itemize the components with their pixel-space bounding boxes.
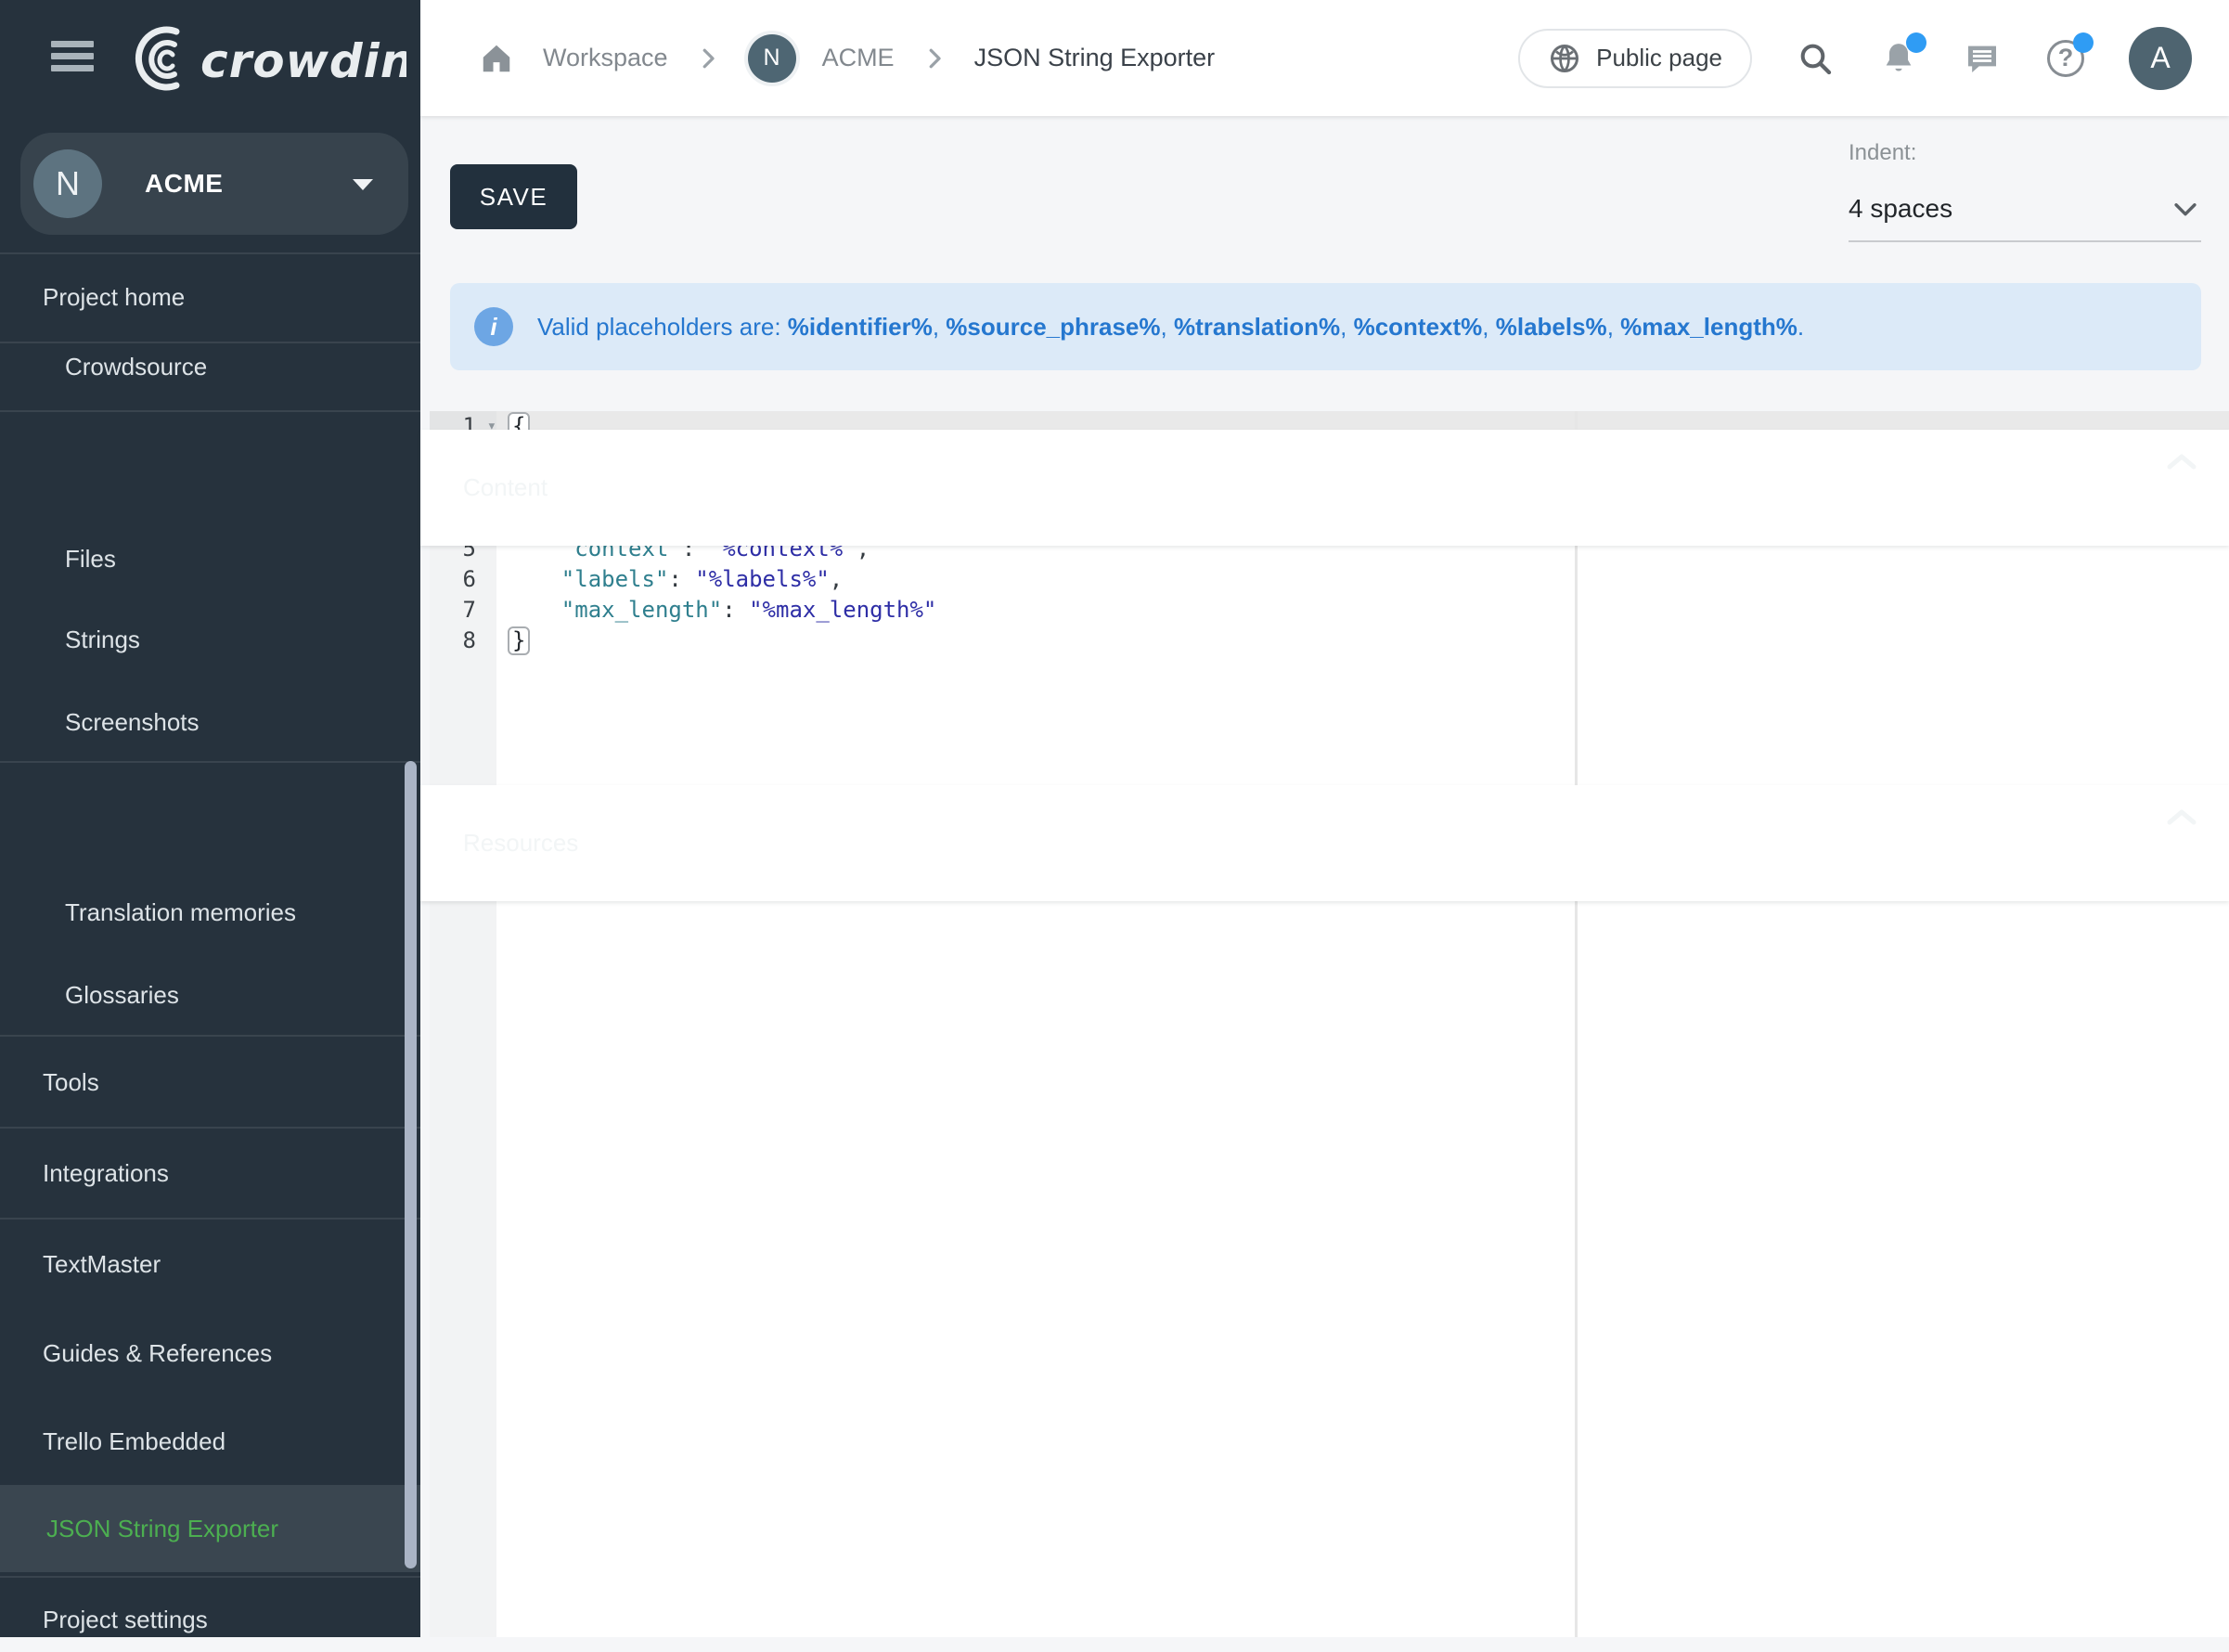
sidebar-scrollbar[interactable]	[405, 761, 417, 1568]
code-line[interactable]: "labels": "%labels%",	[496, 564, 2229, 595]
sidebar-item-label: Project home	[0, 283, 185, 312]
sidebar-item-crowdsource[interactable]: Crowdsource	[0, 334, 420, 399]
notification-dot	[1906, 32, 1926, 53]
page-title: JSON String Exporter	[974, 44, 1216, 72]
public-page-label: Public page	[1596, 44, 1722, 72]
sidebar-section-content[interactable]: Content	[420, 430, 2229, 546]
line-number: 6	[430, 564, 496, 595]
sidebar-item-label: Crowdsource	[0, 353, 207, 381]
placeholder: %max_length%	[1620, 313, 1797, 341]
top-bar: Workspace N ACME JSON String Exporter Pu…	[420, 0, 2229, 116]
placeholder: %source_phrase%	[946, 313, 1160, 341]
sidebar-item-label: Guides & References	[0, 1339, 272, 1368]
sidebar-item-label: Glossaries	[0, 981, 179, 1010]
chevron-down-icon	[2170, 193, 2201, 225]
sidebar-item-tools[interactable]: Tools	[0, 1050, 420, 1115]
line-number: 7	[430, 595, 496, 626]
placeholder: %translation%	[1174, 313, 1340, 341]
placeholder: %labels%	[1496, 313, 1607, 341]
divider	[0, 1035, 420, 1037]
messages-icon[interactable]	[1962, 38, 2003, 79]
indent-control: Indent: 4 spaces	[1849, 138, 2201, 242]
sidebar-item-translation-memories[interactable]: Translation memories	[0, 880, 420, 945]
info-banner-text: Valid placeholders are: %identifier%, %s…	[537, 313, 1804, 342]
sidebar-section-label: Resources	[420, 829, 578, 858]
breadcrumb-org[interactable]: ACME	[822, 44, 895, 72]
public-page-button[interactable]: Public page	[1518, 29, 1752, 88]
sidebar-item-label: Tools	[0, 1068, 99, 1097]
chevron-up-icon	[2166, 452, 2197, 472]
breadcrumb-workspace[interactable]: Workspace	[543, 44, 668, 72]
chevron-up-icon	[2166, 807, 2197, 828]
placeholder: %identifier%	[788, 313, 933, 341]
search-icon[interactable]	[1795, 38, 1836, 79]
sidebar-item-json-string-exporter[interactable]: JSON String Exporter	[0, 1485, 420, 1572]
breadcrumb-org-avatar: N	[748, 34, 796, 83]
user-avatar[interactable]: A	[2129, 27, 2192, 90]
org-name: ACME	[145, 169, 223, 199]
sidebar-item-screenshots[interactable]: Screenshots	[0, 690, 420, 755]
sidebar-item-textmaster[interactable]: TextMaster	[0, 1232, 420, 1297]
sidebar-item-files[interactable]: Files	[0, 526, 420, 591]
header-actions: Public page ? A	[1518, 0, 2192, 116]
sidebar-item-project-settings[interactable]: Project settings	[0, 1587, 420, 1652]
org-avatar: N	[33, 149, 102, 218]
code-editor[interactable]: 1▾2345678 { "identifier": "%identifier%"…	[430, 411, 2229, 1637]
sidebar-item-strings[interactable]: Strings	[0, 607, 420, 672]
line-number: 8	[430, 626, 496, 656]
info-icon: i	[474, 307, 513, 346]
divider	[0, 1576, 420, 1578]
sidebar: crowdin N ACME Project home Crowdsource …	[0, 0, 420, 1637]
sidebar-item-integrations[interactable]: Integrations	[0, 1141, 420, 1206]
help-dot	[2073, 32, 2094, 53]
info-banner: i Valid placeholders are: %identifier%, …	[450, 283, 2201, 370]
sidebar-item-project-home[interactable]: Project home	[0, 265, 420, 329]
code-line[interactable]: }	[496, 626, 2229, 656]
sidebar-item-label: TextMaster	[0, 1250, 161, 1279]
matching-bracket: }	[508, 626, 530, 655]
hamburger-menu-icon[interactable]	[51, 41, 94, 72]
sidebar-item-guides-references[interactable]: Guides & References	[0, 1321, 420, 1386]
notifications-bell-icon[interactable]	[1878, 38, 1919, 79]
divider	[0, 252, 420, 254]
sidebar-item-label: Trello Embedded	[0, 1427, 225, 1456]
chevron-right-icon	[694, 45, 722, 72]
globe-icon	[1548, 42, 1581, 75]
save-button[interactable]: SAVE	[450, 164, 577, 229]
help-icon[interactable]: ?	[2045, 38, 2086, 79]
sidebar-item-label: Project settings	[0, 1606, 208, 1634]
chevron-right-icon	[921, 45, 948, 72]
sidebar-item-label: Integrations	[0, 1159, 169, 1188]
sidebar-item-label: Strings	[0, 626, 140, 654]
code-line[interactable]: "max_length": "%max_length%"	[496, 595, 2229, 626]
breadcrumb: Workspace N ACME JSON String Exporter	[476, 34, 1215, 83]
sidebar-item-label: JSON String Exporter	[0, 1515, 278, 1543]
org-switcher[interactable]: N ACME	[20, 133, 408, 235]
sidebar-item-glossaries[interactable]: Glossaries	[0, 962, 420, 1027]
divider	[0, 761, 420, 763]
divider	[0, 410, 420, 412]
divider	[0, 1127, 420, 1129]
sidebar-section-resources[interactable]: Resources	[420, 785, 2229, 901]
divider	[0, 1218, 420, 1220]
svg-text:crowdin: crowdin	[200, 34, 406, 88]
sidebar-item-label: Screenshots	[0, 708, 200, 737]
crowdin-logo: crowdin	[119, 24, 406, 95]
caret-down-icon	[353, 179, 373, 190]
indent-label: Indent:	[1849, 138, 2201, 168]
indent-select[interactable]: 4 spaces	[1849, 177, 2201, 242]
sidebar-item-label: Files	[0, 545, 116, 574]
sidebar-section-label: Content	[420, 473, 548, 502]
sidebar-item-trello-embedded[interactable]: Trello Embedded	[0, 1409, 420, 1474]
placeholder: %context%	[1354, 313, 1483, 341]
app-root: crowdin N ACME Project home Crowdsource …	[0, 0, 2229, 1637]
home-icon[interactable]	[476, 38, 517, 79]
sidebar-item-label: Translation memories	[0, 898, 296, 927]
indent-value: 4 spaces	[1849, 194, 1952, 224]
